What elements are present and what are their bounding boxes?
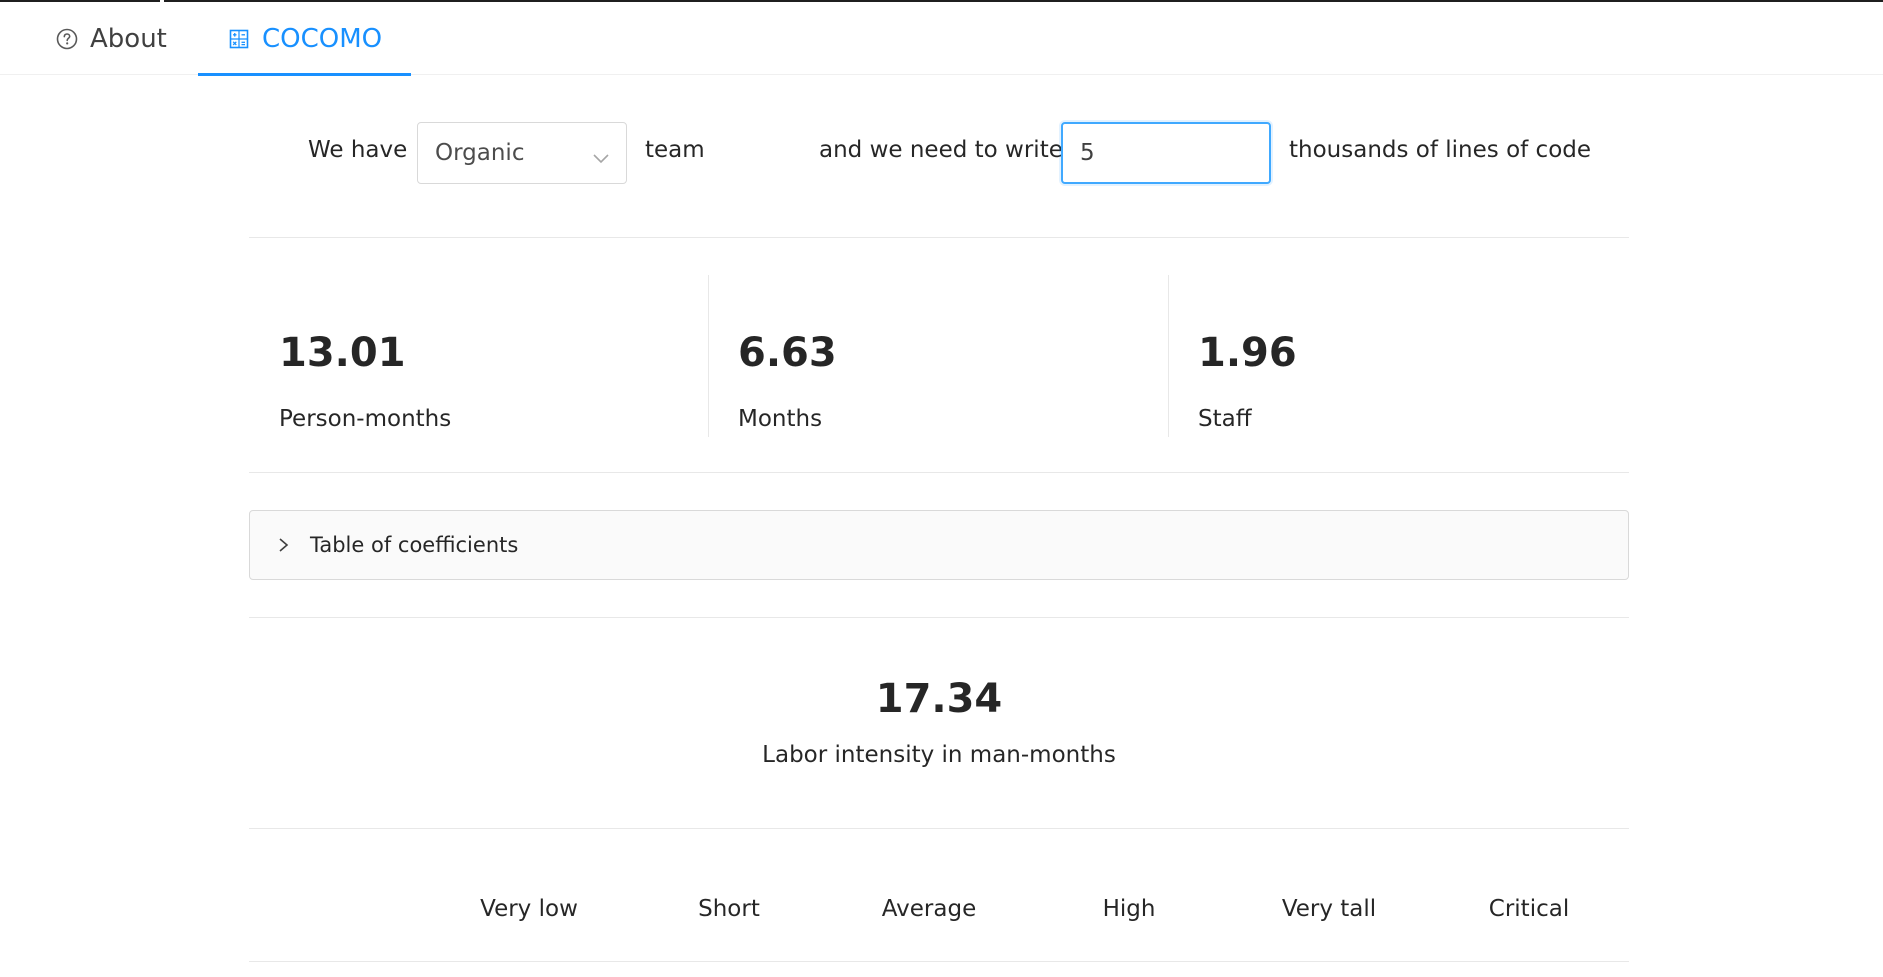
coefficients-collapse[interactable]: Table of coefficients bbox=[249, 510, 1629, 580]
stat-staff: 1.96 Staff bbox=[1168, 275, 1628, 437]
labor-intensity: 17.34 Labor intensity in man-months bbox=[249, 676, 1629, 768]
calculator-icon bbox=[228, 28, 250, 50]
rating-label: Critical bbox=[1488, 896, 1570, 922]
stat-separator bbox=[708, 275, 709, 437]
form-suffix-label: thousands of lines of code bbox=[1289, 137, 1592, 163]
divider bbox=[249, 237, 1629, 238]
active-tab-indicator bbox=[198, 73, 411, 76]
stat-separator bbox=[1168, 275, 1169, 437]
divider bbox=[249, 961, 1629, 962]
stat-value: 1.96 bbox=[1198, 330, 1297, 376]
labor-value: 17.34 bbox=[875, 676, 1003, 722]
team-type-select[interactable]: Organic bbox=[417, 122, 627, 184]
stat-value: 6.63 bbox=[738, 330, 837, 376]
rating-label: Very tall bbox=[1281, 896, 1377, 922]
form-prefix-label: We have bbox=[308, 137, 408, 163]
rating-label: Very low bbox=[480, 896, 578, 922]
estimate-form: We have Organic team and we need to writ… bbox=[249, 122, 1629, 184]
tab-about[interactable]: About bbox=[56, 2, 167, 75]
results-stats: 13.01 Person-months 6.63 Months 1.96 Sta… bbox=[249, 275, 1629, 437]
stat-value: 13.01 bbox=[279, 330, 406, 376]
tab-bar: About COCOMO bbox=[0, 2, 1883, 76]
divider bbox=[249, 828, 1629, 829]
labor-label: Labor intensity in man-months bbox=[762, 742, 1116, 768]
chevron-right-icon bbox=[278, 537, 290, 557]
tab-cocomo[interactable]: COCOMO bbox=[228, 2, 382, 75]
stat-months: 6.63 Months bbox=[708, 275, 1168, 437]
kloc-input[interactable] bbox=[1061, 122, 1271, 184]
divider bbox=[249, 472, 1629, 473]
collapse-title: Table of coefficients bbox=[310, 533, 519, 557]
rating-label: Short bbox=[698, 896, 760, 922]
divider bbox=[249, 617, 1629, 618]
stat-label: Months bbox=[738, 406, 823, 432]
stat-label: Person-months bbox=[279, 406, 452, 432]
stat-person-months: 13.01 Person-months bbox=[249, 275, 709, 437]
tab-about-label: About bbox=[90, 23, 167, 54]
team-suffix-label: team bbox=[645, 137, 705, 163]
chevron-down-icon bbox=[592, 145, 610, 171]
team-type-value: Organic bbox=[435, 140, 525, 166]
form-middle-label: and we need to write bbox=[819, 137, 1063, 163]
rating-label: High bbox=[1102, 896, 1156, 922]
rating-label: Average bbox=[881, 896, 977, 922]
stat-label: Staff bbox=[1198, 406, 1252, 432]
rating-header-row: Very low Short Average High Very tall Cr… bbox=[249, 896, 1629, 946]
tab-cocomo-label: COCOMO bbox=[262, 23, 383, 54]
question-circle-icon bbox=[56, 28, 78, 50]
